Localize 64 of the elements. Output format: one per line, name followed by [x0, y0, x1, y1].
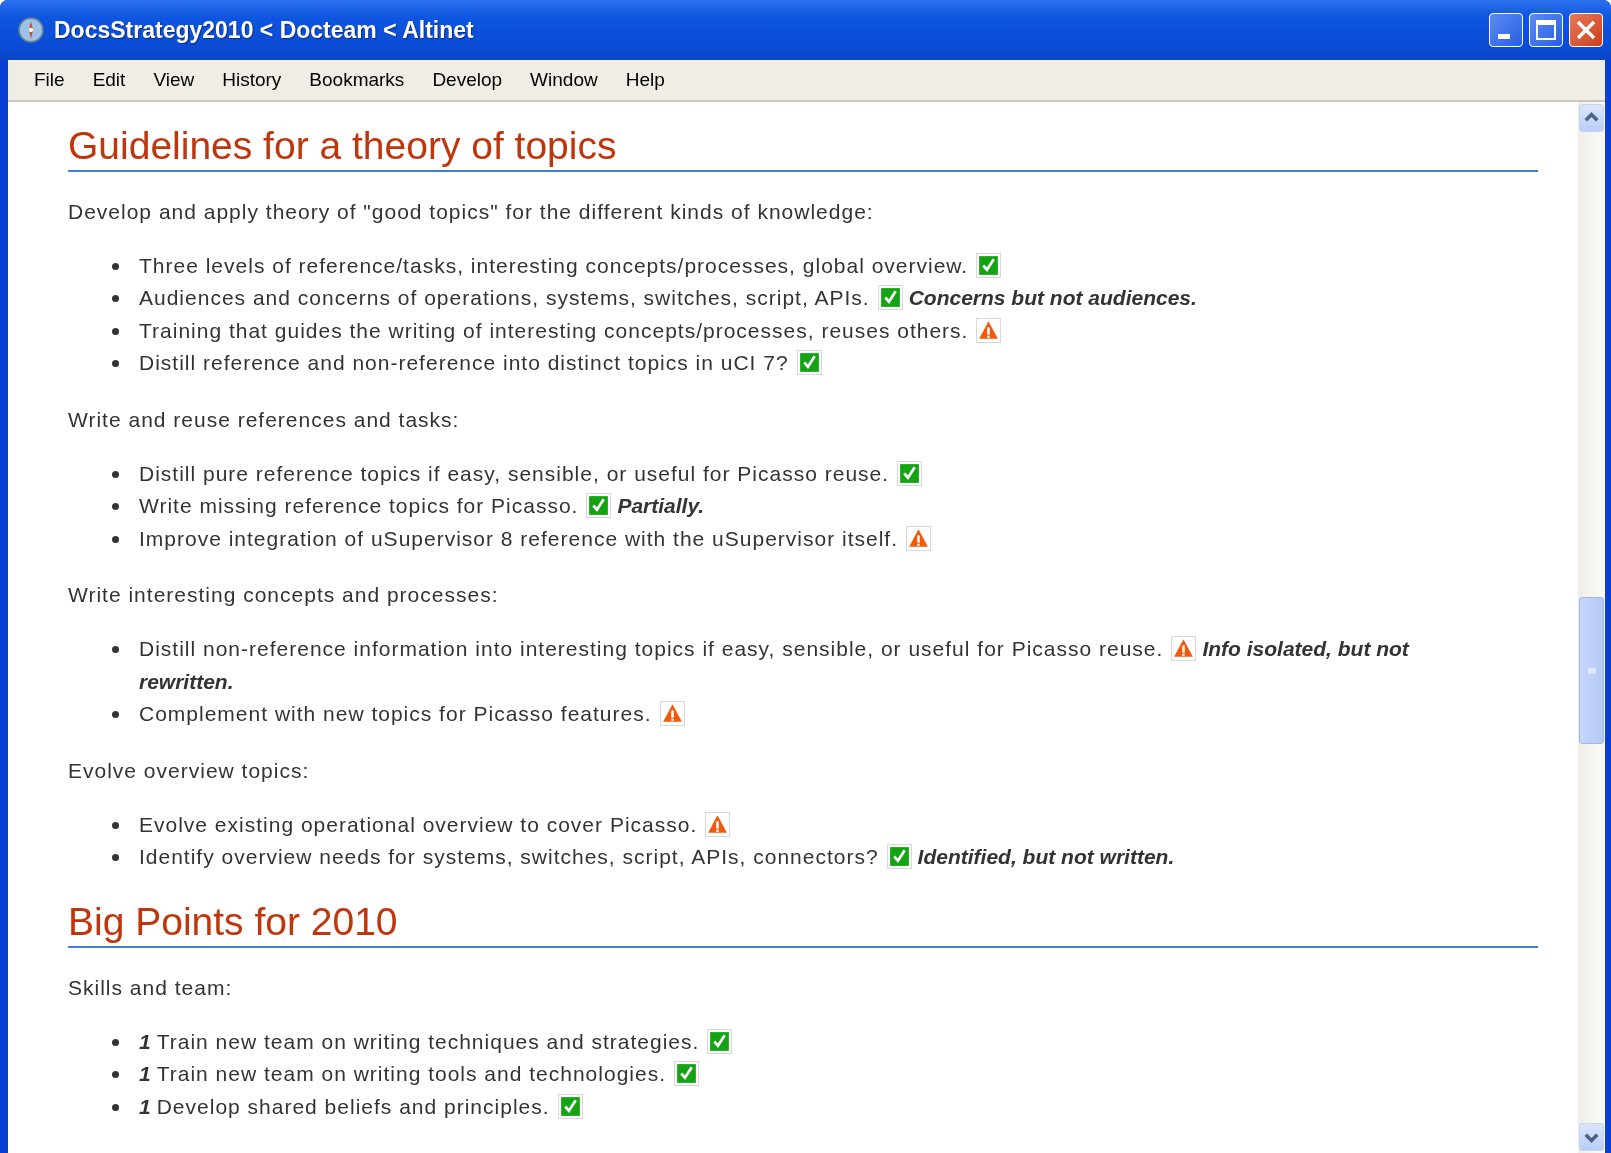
bullet-icon	[112, 327, 119, 335]
list-item-text: Train new team on writing techniques and strategies.	[156, 1029, 700, 1053]
scroll-thumb[interactable]	[1579, 597, 1604, 744]
status-note: Partially.	[617, 494, 705, 518]
bullet-icon	[112, 360, 119, 368]
priority-number: 1	[139, 1094, 152, 1118]
list-item-text: Train new team on writing tools and technologies.	[156, 1062, 666, 1086]
bullet-icon	[112, 821, 119, 829]
bullet-icon	[112, 503, 119, 511]
close-icon	[1576, 20, 1596, 40]
scrollbar[interactable]	[1578, 102, 1605, 1153]
bullet-icon	[112, 711, 119, 719]
section-heading: Big Points for 2010	[68, 891, 1538, 948]
compass-icon	[18, 17, 44, 43]
menu-item[interactable]: View	[139, 69, 209, 91]
grip-icon	[1586, 665, 1597, 676]
list-item-text: Audiences and concerns of operations, systems, switches, script, APIs.	[139, 286, 870, 310]
list-item-text: Complement with new topics for Picasso features.	[139, 702, 652, 726]
scroll-down-button[interactable]	[1579, 1123, 1604, 1151]
paragraph: Develop and apply theory of "good topics" for the different kinds of knowledge:	[68, 198, 875, 225]
menu-item[interactable]: File	[20, 69, 79, 91]
list-item-text: Distill non-reference information into interesting topics if easy, sensible, or useful for Picasso reuse.	[139, 637, 1164, 661]
bullet-icon	[112, 470, 119, 478]
bullet-icon	[112, 646, 119, 654]
list-item-text: Three levels of reference/tasks, interesting concepts/processes, global overview.	[139, 253, 969, 277]
list-item-text: Improve integration of uSupervisor 8 reference with the uSupervisor itself.	[139, 526, 898, 550]
bullet-icon	[112, 854, 119, 862]
paragraph: Evolve overview topics:	[68, 757, 311, 784]
menu-item[interactable]: Window	[516, 69, 612, 91]
menu-item[interactable]: Edit	[78, 69, 140, 91]
bullet-icon	[112, 1038, 119, 1046]
section-heading: Guidelines for a theory of topics	[68, 116, 1538, 172]
menu-item[interactable]: Develop	[418, 69, 517, 91]
paragraph: Write and reuse references and tasks:	[68, 406, 461, 433]
close-button[interactable]	[1569, 13, 1603, 47]
menu-item[interactable]: History	[208, 69, 296, 91]
priority-number: 1	[139, 1062, 152, 1086]
bullet-icon	[112, 262, 119, 270]
list-item-text: Distill pure reference topics if easy, sensible, or useful for Picasso reuse.	[139, 461, 890, 485]
minimize-button[interactable]	[1489, 13, 1523, 47]
list-item-text: Identify overview needs for systems, switches, script, APIs, connectors?	[139, 845, 879, 869]
bullet-icon	[112, 535, 119, 543]
status-note: Identified, but not written.	[917, 845, 1175, 869]
maximize-button[interactable]	[1529, 13, 1563, 47]
paragraph: Skills and team:	[68, 974, 234, 1001]
list-item-text: Training that guides the writing of interesting concepts/processes, reuses others.	[139, 318, 969, 342]
priority-number: 1	[139, 1029, 152, 1053]
status-note: Concerns but not audiences.	[908, 286, 1197, 310]
list-item-text: Distill reference and non-reference into distinct topics in uCI 7?	[139, 351, 789, 375]
bullet-icon	[112, 1103, 119, 1111]
paragraph: Write interesting concepts and processes:	[68, 582, 500, 609]
list-item-text: Develop shared beliefs and principles.	[156, 1094, 550, 1118]
menu-item[interactable]: Help	[611, 69, 679, 91]
menu-item[interactable]: Bookmarks	[295, 69, 419, 91]
status-note: rewritten.	[139, 669, 234, 693]
maximize-icon	[1536, 20, 1556, 40]
scroll-up-button[interactable]	[1579, 104, 1604, 132]
list-item-text: Write missing reference topics for Picasso.	[139, 494, 579, 518]
bullet-icon	[112, 1071, 119, 1079]
minimize-icon	[1498, 33, 1510, 39]
bullet-icon	[112, 295, 119, 303]
status-note: Info isolated, but not	[1202, 637, 1409, 661]
window-title: DocsStrategy2010 < Docteam < Altinet	[54, 16, 475, 44]
list-item-text: Evolve existing operational overview to cover Picasso.	[139, 812, 698, 836]
